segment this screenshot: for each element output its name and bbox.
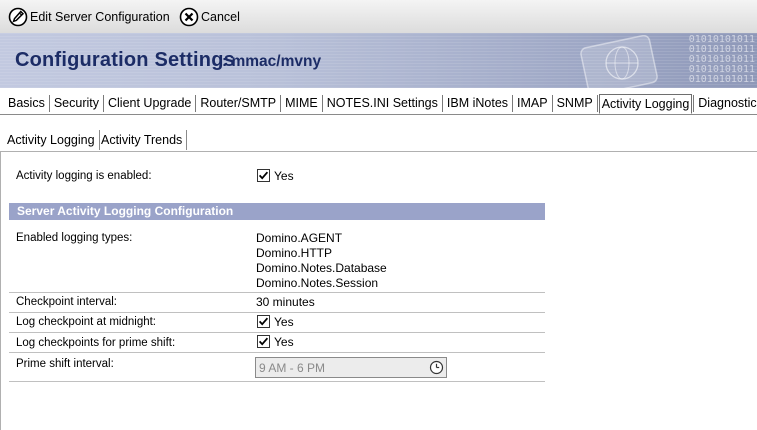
tab-snmp[interactable]: SNMP	[554, 95, 596, 112]
tab-divider	[48, 95, 50, 112]
checkbox-checked-icon	[258, 337, 269, 346]
edit-server-configuration-label: Edit Server Configuration	[30, 10, 170, 24]
checkbox-checked-icon	[258, 171, 269, 180]
logging-enabled-value: Yes	[274, 169, 294, 183]
logging-enabled-label: Activity logging is enabled:	[16, 170, 152, 182]
tab-divider	[551, 95, 553, 112]
tab-divider	[195, 95, 197, 112]
tab-mime[interactable]: MIME	[282, 95, 321, 112]
midnight-checkpoint-value: Yes	[274, 315, 294, 329]
row-divider	[9, 292, 545, 293]
subtab-activity-trends[interactable]: Activity Trends	[97, 130, 188, 150]
logging-type-item: Domino.HTTP	[256, 246, 333, 260]
tab-divider	[102, 95, 104, 112]
logging-type-item: Domino.Notes.Session	[256, 276, 379, 290]
logging-types-label: Enabled logging types:	[16, 232, 133, 244]
tab-divider	[321, 95, 323, 112]
logging-enabled-checkbox[interactable]	[257, 169, 270, 182]
row-divider	[9, 381, 545, 382]
tab-divider	[280, 95, 282, 112]
binary-line: 01010101011	[688, 74, 755, 85]
row-divider	[9, 332, 545, 333]
tab-basics[interactable]: Basics	[5, 95, 48, 112]
tab-divider	[596, 95, 598, 112]
logging-type-item: Domino.Notes.Database	[256, 261, 387, 275]
clock-icon[interactable]	[429, 360, 444, 375]
panel-border	[0, 151, 1, 430]
tab-client-upgrade[interactable]: Client Upgrade	[105, 95, 194, 112]
tab-divider	[512, 95, 514, 112]
subtab-activity-logging[interactable]: Activity Logging	[2, 130, 100, 150]
cancel-button[interactable]: Cancel	[179, 6, 240, 28]
tab-activity-logging[interactable]: Activity Logging	[598, 94, 693, 114]
settings-tab-bar: Basics Security Client Upgrade Router/SM…	[0, 89, 757, 115]
midnight-checkpoint-label: Log checkpoint at midnight:	[16, 316, 157, 328]
tab-divider	[693, 95, 695, 112]
server-name: : mmac/mvny	[222, 53, 322, 70]
prime-shift-value: Yes	[274, 335, 294, 349]
tab-divider	[441, 95, 443, 112]
midnight-checkpoint-checkbox[interactable]	[257, 315, 270, 328]
action-bar: Edit Server Configuration Cancel	[0, 0, 757, 34]
row-divider	[9, 312, 545, 313]
prime-shift-interval-label: Prime shift interval:	[16, 358, 114, 370]
tab-notes-ini-settings[interactable]: NOTES.INI Settings	[324, 95, 441, 112]
edit-server-configuration-button[interactable]: Edit Server Configuration	[8, 6, 170, 28]
checkpoint-interval-label: Checkpoint interval:	[16, 296, 117, 308]
tab-imap[interactable]: IMAP	[514, 95, 551, 112]
section-header: Server Activity Logging Configuration	[9, 203, 545, 220]
cancel-label: Cancel	[201, 10, 240, 24]
row-divider	[9, 352, 545, 353]
tab-ibm-inotes[interactable]: IBM iNotes	[444, 95, 511, 112]
binary-decoration: 01010101011 01010101011 01010101011 0101…	[595, 35, 755, 87]
checkpoint-interval-value: 30 minutes	[256, 295, 315, 309]
logging-types-list: Domino.AGENT Domino.HTTP Domino.Notes.Da…	[256, 231, 387, 291]
tab-router-smtp[interactable]: Router/SMTP	[197, 95, 279, 112]
tab-diagnostics[interactable]: Diagnostics	[695, 95, 757, 112]
cancel-icon	[179, 7, 199, 27]
page-title: Configuration Settings	[15, 49, 235, 71]
logging-type-item: Domino.AGENT	[256, 231, 343, 245]
checkbox-checked-icon	[258, 317, 269, 326]
prime-shift-interval-value: 9 AM - 6 PM	[259, 361, 326, 375]
edit-icon	[8, 7, 28, 27]
prime-shift-interval-field[interactable]: 9 AM - 6 PM	[255, 357, 447, 378]
prime-shift-checkbox[interactable]	[257, 335, 270, 348]
prime-shift-label: Log checkpoints for prime shift:	[16, 337, 176, 349]
tab-security[interactable]: Security	[51, 95, 102, 112]
section-title: Server Activity Logging Configuration	[17, 204, 234, 218]
configuration-banner: 01010101011 01010101011 01010101011 0101…	[0, 33, 757, 88]
activity-subtab-bar: Activity Logging Activity Trends	[0, 130, 757, 152]
